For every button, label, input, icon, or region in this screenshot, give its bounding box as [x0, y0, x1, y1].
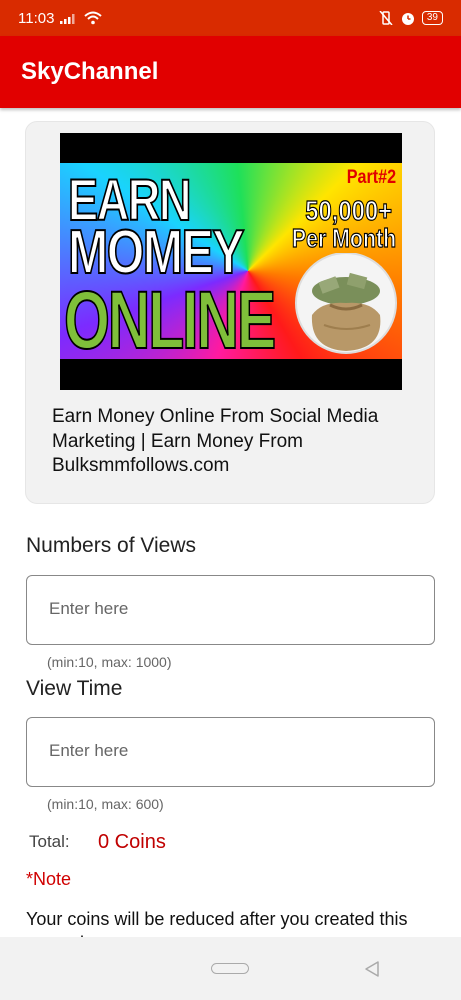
money-bag-icon — [295, 253, 397, 354]
thumbnail-text-per-month: Per Month — [291, 222, 396, 253]
thumbnail-artwork: EARN MOMEY ONLINE Part#2 50,000+ Per Mon… — [60, 163, 402, 359]
home-pill-icon[interactable] — [211, 963, 249, 974]
view-time-input[interactable] — [47, 740, 411, 762]
thumbnail-text-momey: MOMEY — [67, 218, 245, 287]
battery-icon: 39 — [421, 11, 443, 25]
views-hint: (min:10, max: 1000) — [47, 654, 172, 670]
video-title: Earn Money Online From Social Media Mark… — [52, 406, 379, 476]
views-label: Numbers of Views — [26, 534, 197, 557]
view-time-label: View Time — [26, 677, 123, 700]
view-time-hint: (min:10, max: 600) — [47, 796, 164, 812]
note-label: *Note — [26, 869, 72, 889]
signal-icon — [60, 14, 75, 24]
app-title: SkyChannel — [21, 58, 159, 85]
thumbnail-text-online: ONLINE — [63, 275, 277, 360]
video-thumbnail[interactable]: EARN MOMEY ONLINE Part#2 50,000+ Per Mon… — [60, 133, 402, 390]
status-time: 11:03 — [18, 9, 55, 27]
total-label: Total: — [29, 832, 70, 851]
status-bar: 11:03 39 — [0, 0, 461, 36]
wifi-icon — [84, 11, 103, 25]
views-input-box[interactable] — [26, 575, 435, 645]
note-text: Your coins will be reduced after you cre… — [26, 909, 408, 937]
system-nav-bar — [0, 937, 461, 1000]
total-coins-value: 0 Coins — [98, 831, 166, 853]
app-bar: SkyChannel — [0, 36, 461, 108]
view-time-input-box[interactable] — [26, 717, 435, 787]
vibrate-icon — [379, 11, 393, 25]
thumbnail-text-part: Part#2 — [346, 167, 396, 188]
views-input[interactable] — [47, 598, 411, 620]
back-triangle-icon[interactable] — [362, 960, 382, 978]
video-card[interactable]: EARN MOMEY ONLINE Part#2 50,000+ Per Mon… — [25, 121, 435, 504]
alarm-icon — [401, 13, 414, 25]
